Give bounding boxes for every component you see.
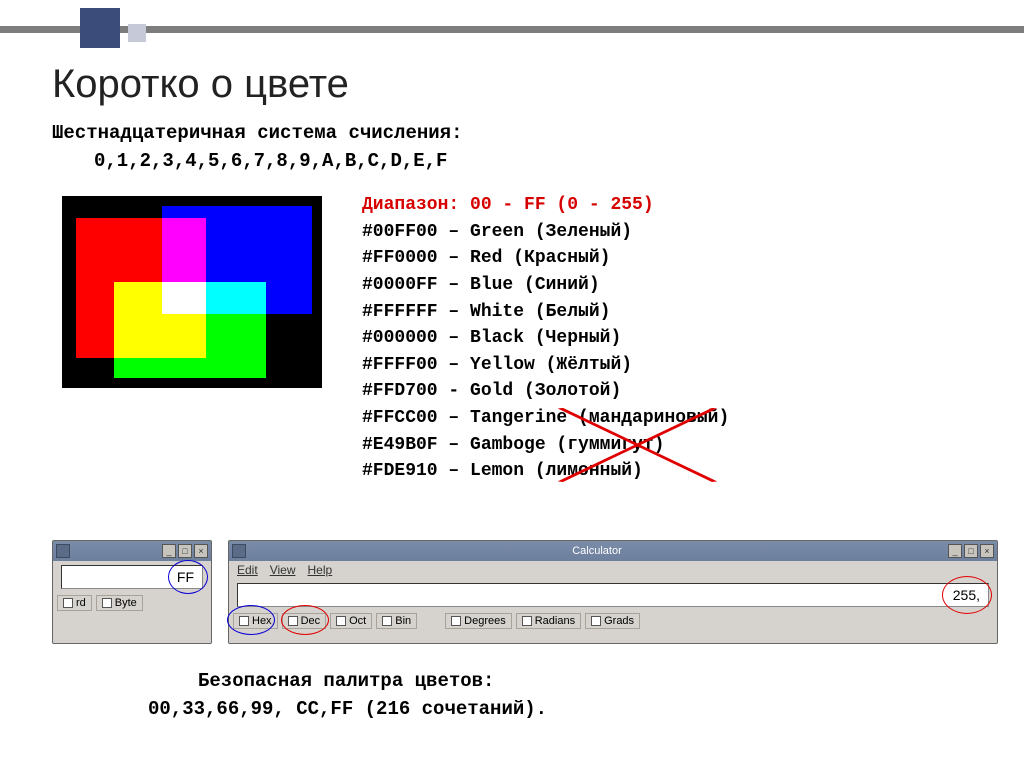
calc-display: 255,	[237, 583, 989, 607]
color-row: #000000 – Black (Черный)	[362, 325, 729, 352]
maximize-icon[interactable]: □	[964, 544, 978, 558]
color-row: #00FF00 – Green (Зеленый)	[362, 219, 729, 246]
close-icon[interactable]: ×	[980, 544, 994, 558]
radio-label: Byte	[115, 597, 137, 609]
close-icon[interactable]: ×	[194, 544, 208, 558]
calc-display: FF	[61, 565, 203, 589]
radio-bin[interactable]: Bin	[376, 613, 417, 629]
radio-label: Radians	[535, 615, 575, 627]
minimize-icon[interactable]: _	[162, 544, 176, 558]
header-square-large	[80, 8, 120, 48]
color-row: #FFFF00 – Yellow (Жёлтый)	[362, 352, 729, 379]
calculator-screenshots: _ □ × FF rd Byte Calculator _ □ × Edit V…	[52, 540, 998, 650]
window-buttons: _ □ ×	[948, 544, 994, 558]
range-line: Диапазон: 00 - FF (0 - 255)	[362, 192, 729, 219]
radio-dec[interactable]: Dec	[282, 613, 327, 629]
color-row: #FFCC00 – Tangerine (мандариновый)	[362, 405, 729, 432]
hex-digits: 0,1,2,3,4,5,6,7,8,9,A,B,C,D,E,F	[94, 150, 447, 172]
color-row: #FFD700 - Gold (Золотой)	[362, 378, 729, 405]
page-title: Коротко о цвете	[52, 62, 349, 107]
window-buttons: _ □ ×	[162, 544, 208, 558]
radio-degrees[interactable]: Degrees	[445, 613, 512, 629]
number-type-row: rd Byte	[53, 593, 211, 613]
color-codes-list: Диапазон: 00 - FF (0 - 255) #00FF00 – Gr…	[362, 192, 729, 485]
radio-label: Hex	[252, 615, 272, 627]
radio-radians[interactable]: Radians	[516, 613, 581, 629]
color-row: #FFFFFF – White (Белый)	[362, 299, 729, 326]
app-icon	[232, 544, 246, 558]
color-row: #FF0000 – Red (Красный)	[362, 245, 729, 272]
minimize-icon[interactable]: _	[948, 544, 962, 558]
color-row: #E49B0F – Gamboge (гуммигут)	[362, 432, 729, 459]
crossed-out-rows: #FFCC00 – Tangerine (мандариновый) #E49B…	[362, 405, 729, 485]
header-decoration	[0, 0, 1024, 52]
window-title: Calculator	[246, 545, 948, 557]
color-row: #0000FF – Blue (Синий)	[362, 272, 729, 299]
menu-edit[interactable]: Edit	[237, 563, 258, 577]
header-square-small	[128, 24, 146, 42]
color-row: #FDE910 – Lemon (лимонный)	[362, 458, 729, 485]
radio-rd[interactable]: rd	[57, 595, 92, 611]
safe-palette-title: Безопасная палитра цветов:	[198, 670, 494, 692]
display-value: 255,	[953, 587, 980, 603]
radio-label: Bin	[395, 615, 411, 627]
radio-label: Dec	[301, 615, 321, 627]
radio-hex[interactable]: Hex	[233, 613, 278, 629]
subtitle: Шестнадцатеричная система счисления:	[52, 122, 462, 144]
rgb-color-model-illustration	[62, 196, 322, 388]
titlebar: _ □ ×	[53, 541, 211, 561]
radio-oct[interactable]: Oct	[330, 613, 372, 629]
display-value: FF	[177, 569, 194, 585]
green-square	[114, 282, 266, 378]
radio-label: Degrees	[464, 615, 506, 627]
radio-label: rd	[76, 597, 86, 609]
titlebar: Calculator _ □ ×	[229, 541, 997, 561]
safe-palette-values: 00,33,66,99, CC,FF (216 сочетаний).	[148, 698, 547, 720]
calculator-window-dec: Calculator _ □ × Edit View Help 255, Hex…	[228, 540, 998, 644]
radio-label: Oct	[349, 615, 366, 627]
radio-grads[interactable]: Grads	[585, 613, 640, 629]
base-angle-row: Hex Dec Oct Bin Degrees Radians Grads	[229, 611, 997, 631]
maximize-icon[interactable]: □	[178, 544, 192, 558]
radio-byte[interactable]: Byte	[96, 595, 143, 611]
radio-label: Grads	[604, 615, 634, 627]
menubar: Edit View Help	[229, 561, 997, 579]
header-line	[0, 26, 1024, 33]
calculator-window-hex: _ □ × FF rd Byte	[52, 540, 212, 644]
menu-help[interactable]: Help	[307, 563, 332, 577]
menu-view[interactable]: View	[270, 563, 296, 577]
app-icon	[56, 544, 70, 558]
